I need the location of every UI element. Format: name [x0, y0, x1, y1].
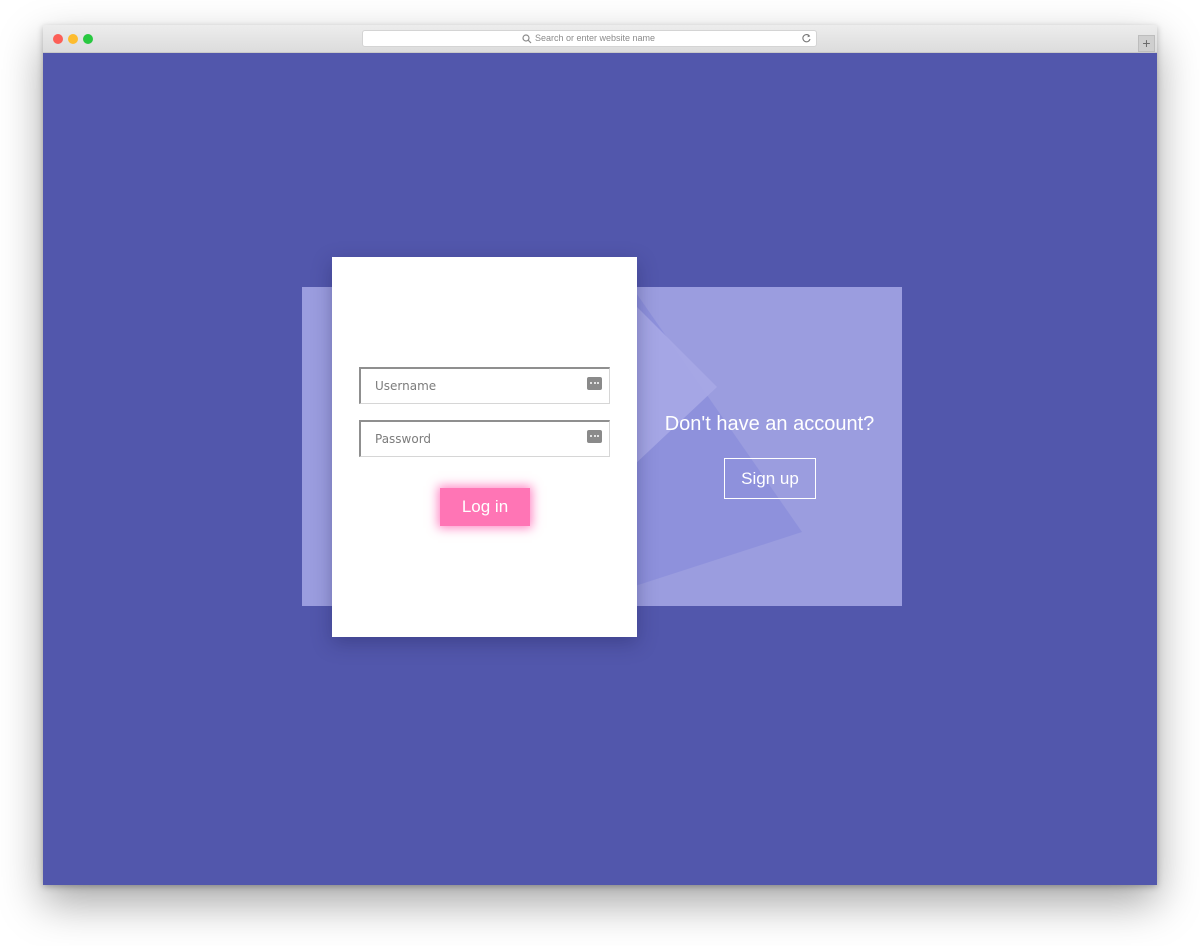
login-button[interactable]: Log in — [440, 488, 530, 526]
password-key-icon[interactable] — [587, 377, 602, 390]
page-content: Don't have an account? Sign up Username … — [43, 53, 1157, 885]
password-key-icon[interactable] — [587, 430, 602, 443]
minimize-window-button[interactable] — [68, 34, 78, 44]
browser-window: Search or enter website name + Don't hav… — [43, 25, 1157, 885]
address-placeholder: Search or enter website name — [535, 33, 656, 43]
browser-titlebar: Search or enter website name + — [43, 25, 1157, 53]
search-icon — [522, 34, 532, 44]
username-input[interactable]: Username — [359, 367, 610, 404]
close-window-button[interactable] — [53, 34, 63, 44]
signup-heading: Don't have an account? — [664, 413, 875, 435]
address-bar[interactable]: Search or enter website name — [362, 30, 817, 47]
signup-button[interactable]: Sign up — [724, 458, 816, 499]
login-card: Username Password Log in — [332, 257, 637, 637]
username-placeholder: Username — [375, 379, 437, 393]
signup-area: Don't have an account? Sign up — [637, 287, 902, 606]
reload-icon[interactable] — [801, 33, 812, 44]
password-placeholder: Password — [375, 432, 432, 446]
new-tab-button[interactable]: + — [1138, 35, 1155, 52]
maximize-window-button[interactable] — [83, 34, 93, 44]
password-input[interactable]: Password — [359, 420, 610, 457]
